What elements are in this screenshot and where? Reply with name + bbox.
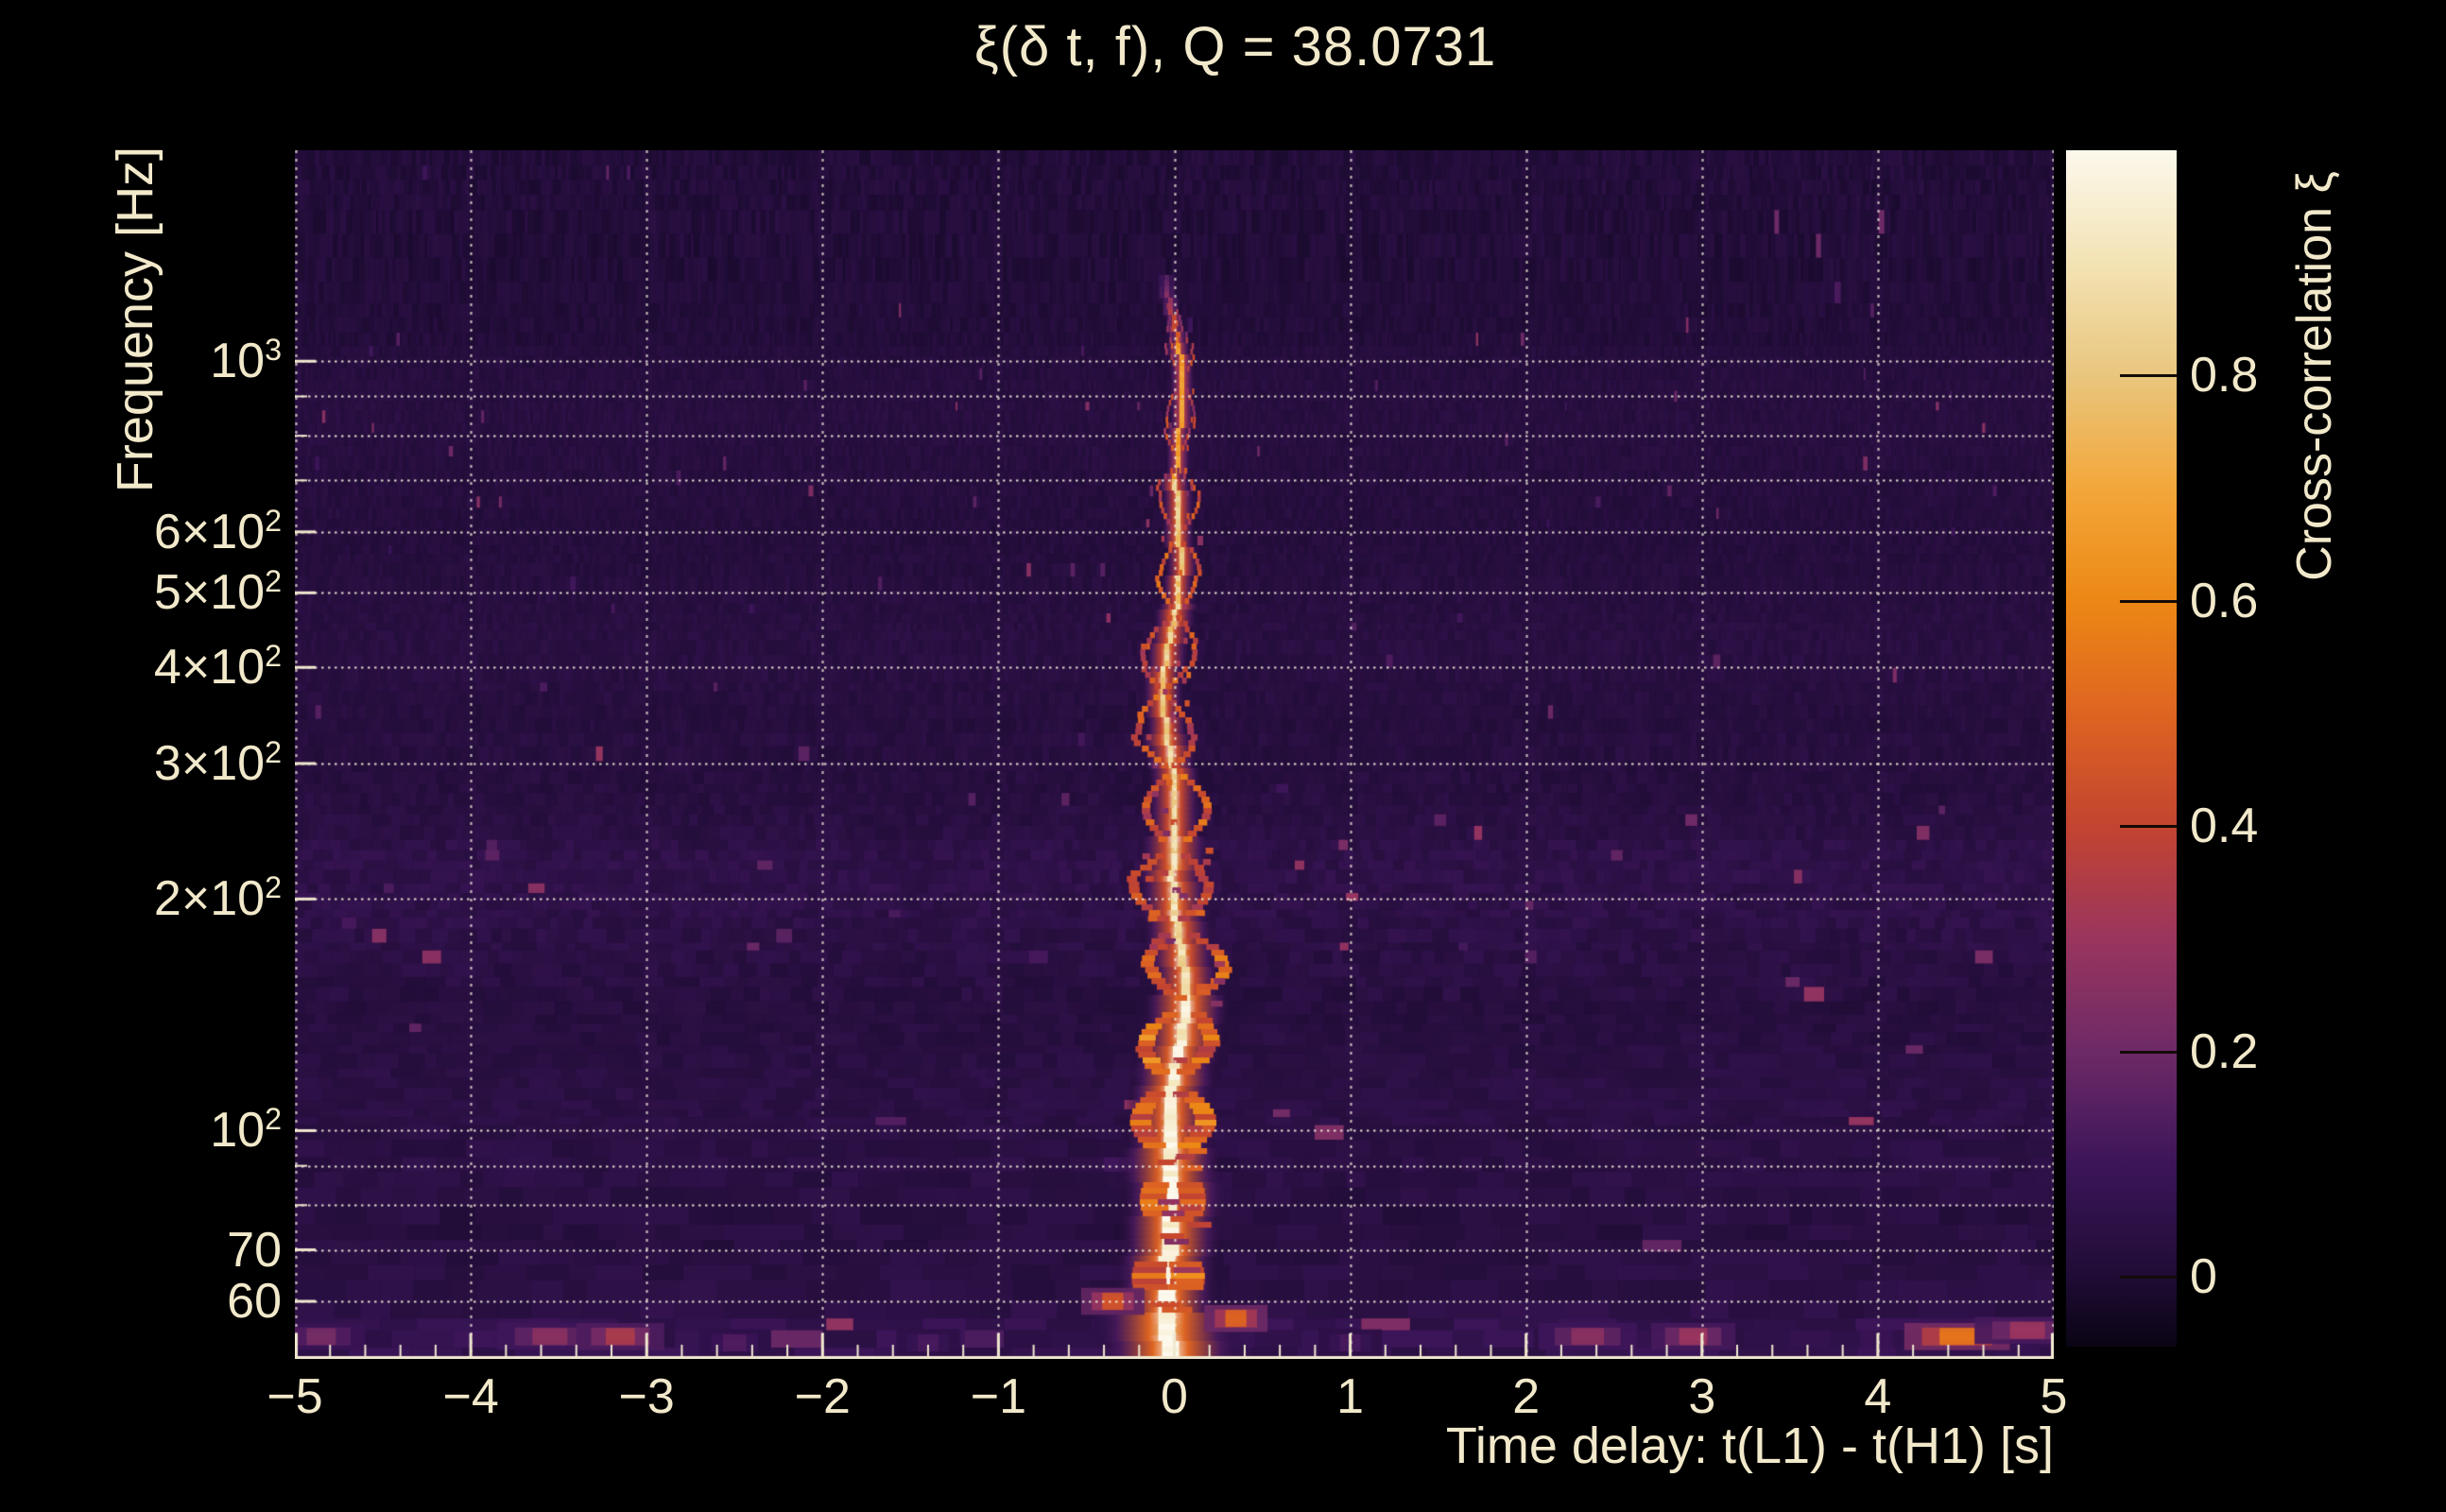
colorbar-tick-mark	[2120, 1050, 2177, 1054]
colorbar-tick-label: 0.2	[2190, 1023, 2259, 1079]
colorbar-tick-mark	[2120, 599, 2177, 603]
colorbar-gradient	[2066, 150, 2177, 1347]
x-tick-label: −4	[442, 1369, 499, 1424]
colorbar-tick-label: 0.8	[2190, 348, 2259, 404]
y-tick-label: 3×102	[153, 734, 282, 792]
x-tick-label: 0	[1161, 1369, 1188, 1424]
y-tick-label: 102	[210, 1102, 282, 1159]
y-tick-label: 6×102	[153, 503, 282, 560]
colorbar-title: Cross-correlation ξ	[2287, 171, 2342, 581]
y-tick-label: 70	[227, 1222, 282, 1278]
plot-title: ξ(δ t, f), Q = 38.0731	[973, 16, 1497, 77]
y-tick-label: 60	[227, 1274, 282, 1330]
x-tick-label: 1	[1336, 1369, 1365, 1424]
y-tick-label: 103	[210, 333, 282, 389]
x-tick-label: −2	[794, 1369, 851, 1424]
colorbar-tick-mark	[2120, 374, 2177, 378]
y-tick-label: 5×102	[153, 564, 282, 621]
spectrogram-heatmap	[295, 150, 2054, 1359]
x-tick-label: −3	[618, 1369, 675, 1424]
x-axis-title: Time delay: t(L1) - t(H1) [s]	[1445, 1418, 2054, 1474]
y-axis-title: Frequency [Hz]	[107, 146, 164, 493]
colorbar-tick-mark	[2120, 1276, 2177, 1280]
x-tick-label: −5	[267, 1369, 323, 1424]
colorbar-tick-mark	[2120, 825, 2177, 829]
x-tick-label: −1	[970, 1369, 1027, 1424]
figure-root: { "title": "ξ(δ t, f), Q = 38.0731", "ax…	[0, 0, 2446, 1512]
colorbar-tick-label: 0.4	[2190, 799, 2259, 854]
colorbar-tick-label: 0.6	[2190, 573, 2259, 628]
y-tick-label: 2×102	[153, 870, 282, 927]
colorbar-tick-label: 0	[2190, 1249, 2217, 1305]
y-tick-label: 4×102	[153, 639, 282, 696]
